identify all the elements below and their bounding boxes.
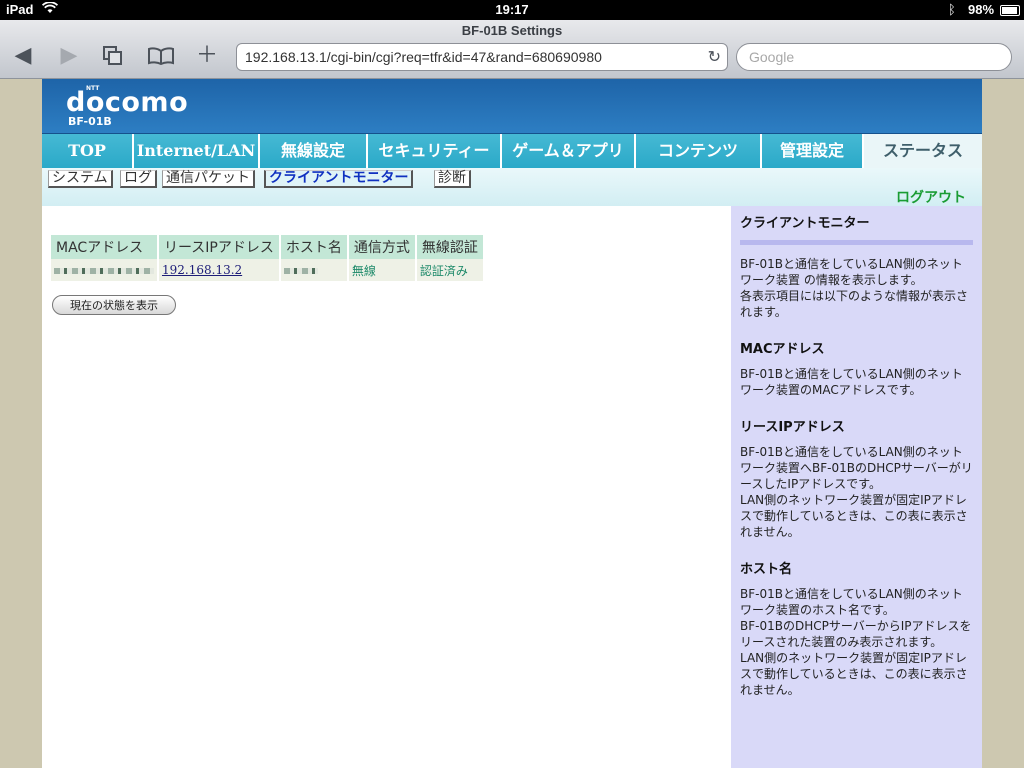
help-text: 各表示項目には以下のような情報が表示されます。	[740, 289, 969, 319]
ip-link[interactable]: 192.168.13.2	[158, 259, 281, 281]
tabs-icon[interactable]	[98, 42, 128, 70]
help-heading: MACアドレス	[740, 342, 825, 357]
subnav-system[interactable]: システム	[48, 170, 113, 188]
subnav-client-monitor[interactable]: クライアントモニター	[264, 170, 414, 188]
tab-contents[interactable]: コンテンツ	[636, 134, 762, 168]
help-text: BF-01Bと通信をしているLAN側のネットワーク装置 の情報を表示します。	[740, 257, 963, 287]
search-placeholder: Google	[749, 49, 795, 65]
bookmarks-icon[interactable]	[146, 42, 176, 70]
model-name: BF-01B	[68, 115, 112, 128]
column-header: MACアドレス	[51, 235, 159, 259]
client-table: MACアドレス リースIPアドレス ホスト名 通信方式 無線認証 192.168…	[51, 235, 485, 281]
host-cell	[279, 259, 349, 281]
browser-toolbar: BF-01B Settings ◀ ▶ ＋ 192.168.13.1/cgi-b…	[0, 20, 1024, 79]
docomo-logo: docomo	[66, 87, 189, 118]
url-bar[interactable]: 192.168.13.1/cgi-bin/cgi?req=tfr&id=47&r…	[236, 43, 728, 71]
help-text: BF-01BのDHCPサーバーからIPアドレスをリースされた装置のみ表示されます…	[740, 619, 972, 649]
redacted-mac	[54, 267, 154, 274]
subnav-log[interactable]: ログ	[120, 170, 157, 188]
help-text: LAN側のネットワーク装置が固定IPアドレスで動作しているときは、この表に表示さ…	[740, 493, 968, 539]
table-row: 192.168.13.2 無線 認証済み	[51, 259, 485, 281]
page-title: BF-01B Settings	[461, 23, 563, 38]
auth-cell: 認証済み	[415, 259, 485, 281]
tab-admin[interactable]: 管理設定	[762, 134, 864, 168]
bluetooth-icon: ᛒ	[948, 2, 956, 17]
column-header: 無線認証	[415, 235, 485, 259]
help-text: LAN側のネットワーク装置が固定IPアドレスで動作しているときは、この表に表示さ…	[740, 651, 968, 697]
redacted-host	[283, 267, 318, 274]
help-heading: ホスト名	[740, 562, 793, 577]
subnav-packets[interactable]: 通信パケット	[162, 170, 255, 188]
sub-navigation: システム ログ 通信パケット クライアントモニター 診断 ログアウト	[42, 168, 982, 206]
tab-security[interactable]: セキュリティー	[368, 134, 502, 168]
help-title: クライアントモニター	[740, 216, 870, 231]
ios-status-bar: iPad 19:17 ᛒ 98%	[0, 0, 1024, 20]
battery-icon	[1000, 5, 1020, 16]
help-divider	[740, 240, 973, 245]
column-header: 通信方式	[347, 235, 417, 259]
help-text: BF-01Bと通信をしているLAN側のネットワーク装置へBF-01BのDHCPサ…	[740, 445, 973, 491]
router-admin-page: NTT docomo BF-01B TOP Internet/LAN 無線設定 …	[42, 79, 982, 768]
search-field[interactable]: Google	[736, 43, 1012, 71]
help-text: BF-01Bと通信をしているLAN側のネットワーク装置のホスト名です。	[740, 587, 963, 617]
back-button[interactable]: ◀	[8, 42, 38, 70]
battery-percent: 98%	[968, 2, 995, 17]
reload-icon[interactable]: ↻	[708, 47, 721, 66]
add-icon[interactable]: ＋	[192, 42, 222, 70]
help-panel: クライアントモニター BF-01Bと通信をしているLAN側のネットワーク装置 の…	[731, 206, 982, 768]
main-tabs: TOP Internet/LAN 無線設定 セキュリティー ゲーム＆アプリ コン…	[42, 134, 982, 168]
tab-status[interactable]: ステータス	[864, 134, 982, 168]
site-header: NTT docomo BF-01B	[42, 79, 982, 134]
refresh-status-button[interactable]: 現在の状態を表示	[52, 295, 176, 315]
tab-internet-lan[interactable]: Internet/LAN	[134, 134, 260, 168]
column-header: ホスト名	[279, 235, 349, 259]
clock: 19:17	[495, 2, 529, 17]
help-heading: リースIPアドレス	[740, 420, 845, 435]
subnav-diagnostics[interactable]: 診断	[434, 170, 471, 188]
help-text: BF-01Bと通信をしているLAN側のネットワーク装置のMACアドレスです。	[740, 367, 963, 397]
forward-button[interactable]: ▶	[54, 42, 84, 70]
url-text: 192.168.13.1/cgi-bin/cgi?req=tfr&id=47&r…	[245, 49, 602, 65]
column-header: リースIPアドレス	[158, 235, 281, 259]
mac-cell	[51, 259, 159, 281]
tab-games-apps[interactable]: ゲーム＆アプリ	[502, 134, 636, 168]
method-cell: 無線	[347, 259, 417, 281]
tab-wireless[interactable]: 無線設定	[260, 134, 368, 168]
tab-top[interactable]: TOP	[42, 134, 134, 168]
logout-link[interactable]: ログアウト	[896, 187, 966, 207]
